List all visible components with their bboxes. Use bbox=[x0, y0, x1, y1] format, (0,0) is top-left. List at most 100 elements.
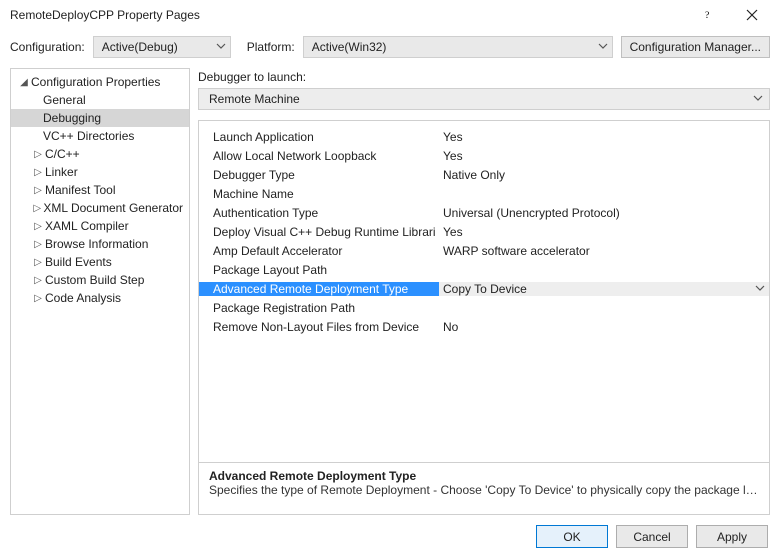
property-row[interactable]: Remove Non-Layout Files from DeviceNo bbox=[199, 317, 769, 336]
tree-root[interactable]: ◢ Configuration Properties bbox=[11, 73, 189, 91]
property-pages-dialog: RemoteDeployCPP Property Pages ? Configu… bbox=[0, 0, 780, 560]
expander-icon[interactable]: ▷ bbox=[33, 257, 43, 268]
property-name: Package Registration Path bbox=[199, 301, 439, 315]
chevron-down-icon[interactable] bbox=[755, 282, 765, 296]
tree-item-label: Debugging bbox=[43, 111, 101, 125]
chevron-down-icon bbox=[598, 40, 608, 54]
config-row: Configuration: Active(Debug) Platform: A… bbox=[0, 30, 780, 68]
tree-item[interactable]: ▷Custom Build Step bbox=[11, 271, 189, 289]
tree-item[interactable]: ▷Linker bbox=[11, 163, 189, 181]
property-name: Debugger Type bbox=[199, 168, 439, 182]
property-panel: Launch ApplicationYesAllow Local Network… bbox=[198, 120, 770, 515]
chevron-down-icon bbox=[216, 40, 226, 54]
property-row[interactable]: Package Registration Path bbox=[199, 298, 769, 317]
expander-icon[interactable]: ◢ bbox=[19, 77, 29, 88]
debugger-launch-label: Debugger to launch: bbox=[198, 68, 770, 88]
window-title: RemoteDeployCPP Property Pages bbox=[10, 8, 686, 22]
property-name: Authentication Type bbox=[199, 206, 439, 220]
debugger-launch-dropdown[interactable]: Remote Machine bbox=[198, 88, 770, 110]
help-icon: ? bbox=[702, 9, 714, 21]
expander-icon[interactable]: ▷ bbox=[33, 239, 43, 250]
description-box: Advanced Remote Deployment Type Specifie… bbox=[199, 462, 769, 514]
tree-item[interactable]: ▷Manifest Tool bbox=[11, 181, 189, 199]
expander-icon[interactable]: ▷ bbox=[33, 221, 43, 232]
property-row[interactable]: Amp Default AcceleratorWARP software acc… bbox=[199, 241, 769, 260]
property-name: Package Layout Path bbox=[199, 263, 439, 277]
property-row[interactable]: Authentication TypeUniversal (Unencrypte… bbox=[199, 203, 769, 222]
right-pane: Debugger to launch: Remote Machine Launc… bbox=[198, 68, 770, 515]
tree-view[interactable]: ◢ Configuration Properties General Debugg… bbox=[10, 68, 190, 515]
tree-root-label: Configuration Properties bbox=[31, 75, 160, 89]
property-value[interactable]: Copy To Device bbox=[439, 282, 769, 296]
property-name: Allow Local Network Loopback bbox=[199, 149, 439, 163]
tree-item[interactable]: ▷Code Analysis bbox=[11, 289, 189, 307]
property-value[interactable]: Yes bbox=[439, 225, 769, 239]
configuration-value: Active(Debug) bbox=[102, 40, 178, 54]
configuration-dropdown[interactable]: Active(Debug) bbox=[93, 36, 231, 58]
property-value[interactable]: Native Only bbox=[439, 168, 769, 182]
tree-item[interactable]: ▷Build Events bbox=[11, 253, 189, 271]
platform-value: Active(Win32) bbox=[312, 40, 387, 54]
configuration-label: Configuration: bbox=[10, 40, 85, 54]
platform-dropdown[interactable]: Active(Win32) bbox=[303, 36, 613, 58]
expander-icon[interactable]: ▷ bbox=[33, 167, 43, 178]
tree-item[interactable]: Debugging bbox=[11, 109, 189, 127]
property-row[interactable]: Allow Local Network LoopbackYes bbox=[199, 146, 769, 165]
property-row[interactable]: Machine Name bbox=[199, 184, 769, 203]
tree-item-label: Browse Information bbox=[45, 237, 148, 251]
property-value[interactable]: Yes bbox=[439, 130, 769, 144]
property-row[interactable]: Advanced Remote Deployment TypeCopy To D… bbox=[199, 279, 769, 298]
expander-icon[interactable]: ▷ bbox=[33, 275, 43, 286]
description-body: Specifies the type of Remote Deployment … bbox=[209, 483, 759, 497]
tree-item[interactable]: General bbox=[11, 91, 189, 109]
property-row[interactable]: Package Layout Path bbox=[199, 260, 769, 279]
description-title: Advanced Remote Deployment Type bbox=[209, 469, 759, 483]
tree-item-label: General bbox=[43, 93, 86, 107]
property-name: Deploy Visual C++ Debug Runtime Librari bbox=[199, 225, 439, 239]
tree-item[interactable]: ▷XML Document Generator bbox=[11, 199, 189, 217]
main-area: ◢ Configuration Properties General Debugg… bbox=[0, 68, 780, 515]
property-name: Launch Application bbox=[199, 130, 439, 144]
tree-item-label: XAML Compiler bbox=[45, 219, 129, 233]
help-button[interactable]: ? bbox=[686, 0, 730, 30]
tree-item[interactable]: ▷Browse Information bbox=[11, 235, 189, 253]
property-grid[interactable]: Launch ApplicationYesAllow Local Network… bbox=[199, 121, 769, 462]
dialog-buttons: OK Cancel Apply bbox=[0, 515, 780, 560]
titlebar: RemoteDeployCPP Property Pages ? bbox=[0, 0, 780, 30]
expander-icon[interactable]: ▷ bbox=[33, 203, 41, 214]
expander-icon[interactable]: ▷ bbox=[33, 185, 43, 196]
ok-button[interactable]: OK bbox=[536, 525, 608, 548]
tree-item-label: Custom Build Step bbox=[45, 273, 144, 287]
cancel-button[interactable]: Cancel bbox=[616, 525, 688, 548]
property-value[interactable]: WARP software accelerator bbox=[439, 244, 769, 258]
tree-item-label: XML Document Generator bbox=[43, 201, 183, 215]
chevron-down-icon bbox=[753, 92, 763, 106]
tree-item-label: Code Analysis bbox=[45, 291, 121, 305]
svg-text:?: ? bbox=[705, 10, 709, 21]
tree-item-label: C/C++ bbox=[45, 147, 80, 161]
property-name: Advanced Remote Deployment Type bbox=[199, 282, 439, 296]
close-button[interactable] bbox=[730, 0, 774, 30]
close-icon bbox=[746, 9, 758, 21]
platform-label: Platform: bbox=[247, 40, 295, 54]
tree-item[interactable]: ▷XAML Compiler bbox=[11, 217, 189, 235]
apply-button[interactable]: Apply bbox=[696, 525, 768, 548]
property-name: Amp Default Accelerator bbox=[199, 244, 439, 258]
property-value[interactable]: No bbox=[439, 320, 769, 334]
tree-item-label: Build Events bbox=[45, 255, 112, 269]
property-row[interactable]: Launch ApplicationYes bbox=[199, 127, 769, 146]
expander-icon[interactable]: ▷ bbox=[33, 149, 43, 160]
tree-item-label: Linker bbox=[45, 165, 78, 179]
debugger-launch-value: Remote Machine bbox=[209, 92, 300, 106]
tree-item-label: Manifest Tool bbox=[45, 183, 115, 197]
property-name: Machine Name bbox=[199, 187, 439, 201]
expander-icon[interactable]: ▷ bbox=[33, 293, 43, 304]
property-row[interactable]: Debugger TypeNative Only bbox=[199, 165, 769, 184]
tree-item[interactable]: ▷C/C++ bbox=[11, 145, 189, 163]
property-name: Remove Non-Layout Files from Device bbox=[199, 320, 439, 334]
property-value[interactable]: Universal (Unencrypted Protocol) bbox=[439, 206, 769, 220]
tree-item[interactable]: VC++ Directories bbox=[11, 127, 189, 145]
property-value[interactable]: Yes bbox=[439, 149, 769, 163]
property-row[interactable]: Deploy Visual C++ Debug Runtime LibrariY… bbox=[199, 222, 769, 241]
configuration-manager-button[interactable]: Configuration Manager... bbox=[621, 36, 770, 58]
